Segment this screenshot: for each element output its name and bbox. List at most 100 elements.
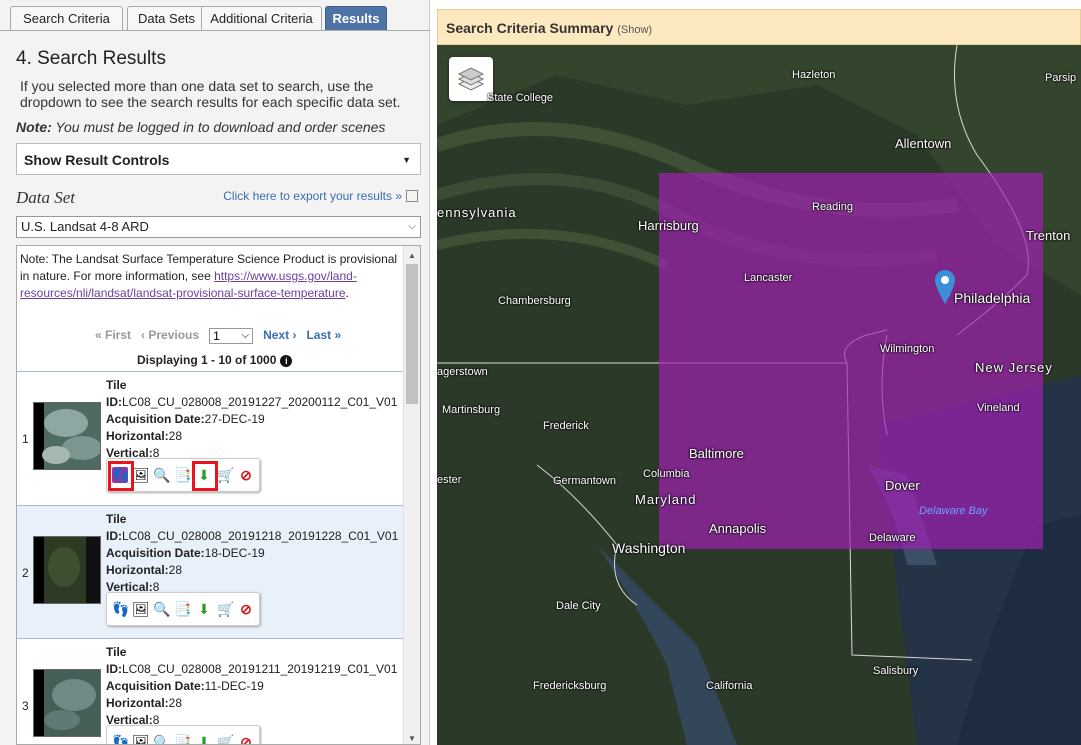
highlight-box bbox=[108, 461, 134, 491]
result-row[interactable]: 1 Tile ID:LC08_CU_028008_20191227_202001… bbox=[17, 371, 405, 504]
scroll-thumb[interactable] bbox=[406, 264, 418, 404]
tile-label: Tile bbox=[106, 645, 127, 659]
horizontal-label: Horizontal: bbox=[106, 429, 169, 443]
row-number: 2 bbox=[22, 566, 29, 580]
tab-data-sets[interactable]: Data Sets bbox=[127, 6, 206, 30]
download-icon[interactable]: ⬇ bbox=[196, 601, 212, 617]
note-label: Note: bbox=[16, 119, 52, 135]
map-label-vineland: Vineland bbox=[977, 402, 1020, 414]
map-label-parsippany: Parsip bbox=[1045, 72, 1077, 84]
acquisition-label: Acquisition Date: bbox=[106, 679, 205, 693]
chevron-down-icon: ⌵ bbox=[408, 221, 416, 232]
tab-results[interactable]: Results bbox=[325, 6, 387, 30]
data-set-value: U.S. Landsat 4-8 ARD bbox=[21, 219, 149, 234]
entity-id: LC08_CU_028008_20191211_20191219_C01_V01 bbox=[122, 662, 398, 676]
cart-icon[interactable]: 🛒 bbox=[217, 601, 234, 617]
result-actions: 👣 🖼 🔍 📑 ⬇ 🛒 ⊘ bbox=[106, 725, 260, 744]
map-label-new-jersey: New Jersey bbox=[975, 360, 1053, 375]
compare-icon[interactable]: 📑 bbox=[174, 467, 191, 483]
map-label-chambersburg: Chambersburg bbox=[498, 295, 571, 307]
scene-metadata: Tile ID:LC08_CU_028008_20191211_20191219… bbox=[106, 644, 397, 729]
map-label-frederick: Frederick bbox=[543, 420, 589, 432]
map-label-harrisburg: Harrisburg bbox=[638, 218, 699, 233]
map-label-california: California bbox=[706, 680, 753, 692]
chevron-down-icon: ⌵ bbox=[241, 330, 250, 341]
overlay-icon[interactable]: 🖼 bbox=[132, 467, 150, 483]
external-link-icon bbox=[406, 190, 418, 202]
tab-additional-criteria[interactable]: Additional Criteria bbox=[201, 6, 322, 30]
scroll-down-icon[interactable]: ▼ bbox=[408, 734, 416, 743]
last-page-link[interactable]: Last » bbox=[306, 328, 341, 342]
export-results-link[interactable]: Click here to export your results » bbox=[223, 188, 418, 203]
map-label-baltimore: Baltimore bbox=[689, 446, 744, 461]
satellite-imagery bbox=[437, 45, 1081, 745]
acquisition-label: Acquisition Date: bbox=[106, 546, 205, 560]
exclude-icon[interactable]: ⊘ bbox=[238, 734, 254, 744]
results-list[interactable]: Note: The Landsat Surface Temperature Sc… bbox=[16, 245, 421, 745]
result-row[interactable]: 2 Tile ID:LC08_CU_028008_20191218_201912… bbox=[17, 505, 405, 638]
scene-metadata: Tile ID:LC08_CU_028008_20191218_20191228… bbox=[106, 511, 398, 596]
show-result-controls-button[interactable]: Show Result Controls ▼ bbox=[16, 143, 421, 175]
cart-icon[interactable]: 🛒 bbox=[217, 734, 234, 744]
location-pin-icon[interactable] bbox=[934, 269, 956, 305]
map-view[interactable]: Hazleton State College Parsip Allentown … bbox=[437, 45, 1081, 745]
download-icon[interactable]: ⬇ bbox=[196, 734, 212, 744]
acquisition-date: 27-DEC-19 bbox=[204, 412, 265, 426]
map-label-dale-city: Dale City bbox=[556, 600, 601, 612]
highlight-box bbox=[192, 461, 218, 491]
summary-toggle[interactable]: (Show) bbox=[617, 24, 652, 36]
id-label: ID: bbox=[106, 395, 122, 409]
scroll-up-icon[interactable]: ▲ bbox=[408, 251, 416, 260]
map-label-winchester: ester bbox=[437, 474, 462, 486]
map-label-maryland: Maryland bbox=[635, 492, 697, 507]
tab-divider bbox=[0, 30, 430, 31]
compare-icon[interactable]: 📑 bbox=[174, 734, 191, 744]
overlay-icon[interactable]: 🖼 bbox=[132, 734, 150, 744]
tile-label: Tile bbox=[106, 512, 127, 526]
map-label-annapolis: Annapolis bbox=[709, 521, 767, 536]
info-icon[interactable]: i bbox=[280, 355, 293, 367]
exclude-icon[interactable]: ⊘ bbox=[238, 601, 254, 617]
map-label-delaware: Delaware bbox=[869, 532, 916, 544]
next-page-link[interactable]: Next › bbox=[263, 328, 296, 342]
tab-search-criteria[interactable]: Search Criteria bbox=[10, 6, 123, 30]
page-select[interactable]: 1 ⌵ bbox=[209, 328, 254, 344]
data-set-select[interactable]: U.S. Landsat 4-8 ARD ⌵ bbox=[16, 216, 421, 238]
left-panel: Search Criteria Data Sets Additional Cri… bbox=[0, 0, 430, 745]
displaying-text: Displaying 1 - 10 of 1000 bbox=[137, 353, 277, 367]
map-label-germantown: Germantown bbox=[553, 475, 616, 487]
page-value: 1 bbox=[213, 329, 220, 343]
metadata-icon[interactable]: 🔍 bbox=[153, 734, 170, 744]
controls-label: Show Result Controls bbox=[24, 152, 170, 168]
horizontal-label: Horizontal: bbox=[106, 696, 169, 710]
footprint-icon[interactable]: 👣 bbox=[112, 734, 129, 744]
map-label-martinsburg: Martinsburg bbox=[442, 404, 501, 416]
metadata-icon[interactable]: 🔍 bbox=[153, 467, 170, 483]
result-row[interactable]: 3 Tile ID:LC08_CU_028008_20191211_201912… bbox=[17, 638, 405, 744]
caret-down-icon: ▼ bbox=[402, 155, 411, 165]
map-label-delaware-bay: Delaware Bay bbox=[919, 505, 988, 517]
search-criteria-summary[interactable]: Search Criteria Summary (Show) bbox=[437, 9, 1081, 45]
results-scrollbar[interactable]: ▲ ▼ bbox=[403, 246, 420, 744]
map-label-hazleton: Hazleton bbox=[792, 69, 836, 81]
previous-page-link: ‹ Previous bbox=[141, 328, 200, 343]
map-label-state-college: State College bbox=[487, 92, 554, 104]
cart-icon[interactable]: 🛒 bbox=[217, 467, 234, 483]
note-text: You must be logged in to download and or… bbox=[51, 119, 386, 135]
map-label-washington: Washington bbox=[612, 540, 686, 556]
scene-thumbnail[interactable] bbox=[33, 402, 101, 470]
compare-icon[interactable]: 📑 bbox=[174, 601, 191, 617]
overlay-icon[interactable]: 🖼 bbox=[132, 601, 150, 617]
metadata-icon[interactable]: 🔍 bbox=[153, 601, 170, 617]
thumbnail-image bbox=[34, 670, 100, 736]
acquisition-date: 11-DEC-19 bbox=[204, 679, 264, 693]
map-label-wilmington: Wilmington bbox=[880, 343, 935, 355]
scene-thumbnail[interactable] bbox=[33, 669, 101, 737]
footprint-icon[interactable]: 👣 bbox=[112, 601, 129, 617]
map-label-columbia: Columbia bbox=[643, 468, 690, 480]
map-panel: Search Criteria Summary (Show) Hazleton … bbox=[437, 9, 1081, 745]
exclude-icon[interactable]: ⊘ bbox=[238, 467, 254, 483]
note-end: . bbox=[345, 286, 349, 300]
scene-thumbnail[interactable] bbox=[33, 536, 101, 604]
acquisition-date: 18-DEC-19 bbox=[204, 546, 265, 560]
